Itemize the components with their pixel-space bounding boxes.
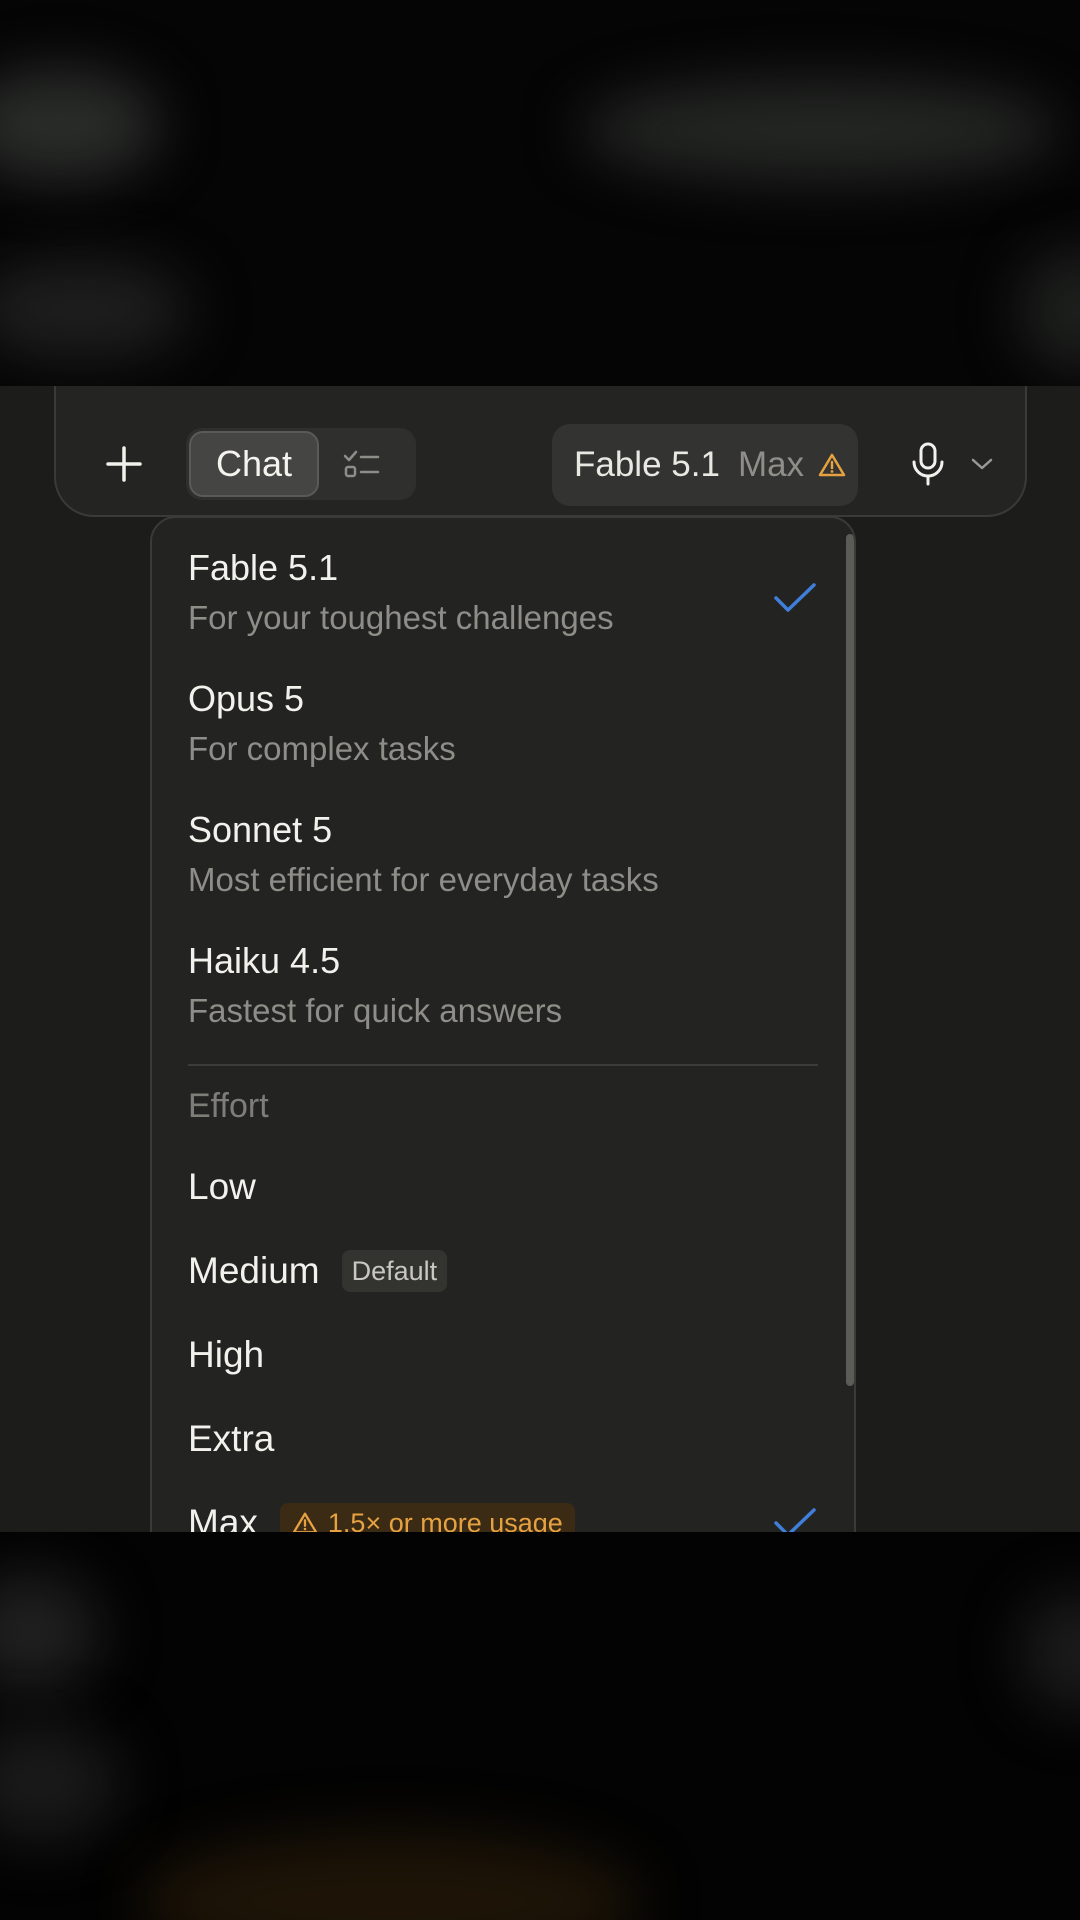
model-option-description: For your toughest challenges <box>188 599 614 636</box>
effort-option-max[interactable]: Max 1.5× or more usage <box>188 1498 818 1532</box>
default-badge: Default <box>341 1250 448 1292</box>
model-option-description: For complex tasks <box>188 730 456 767</box>
model-selector-effort: Max <box>737 445 805 484</box>
checklist-icon <box>343 450 380 478</box>
model-selector-model: Fable 5.1 <box>574 445 720 484</box>
app-stage: Chat Fable 5.1 Max Fable 5.1 For your to… <box>0 386 1080 1532</box>
model-option-name: Opus 5 <box>188 678 305 719</box>
plus-icon <box>106 446 142 482</box>
usage-warning-badge: 1.5× or more usage <box>279 1503 575 1533</box>
composer-bar: Chat Fable 5.1 Max <box>54 386 1027 517</box>
voice-input-button[interactable] <box>898 434 958 494</box>
model-option-sonnet[interactable]: Sonnet 5 Most efficient for everyday tas… <box>188 808 818 902</box>
effort-option-label: High <box>188 1334 265 1375</box>
model-option-description: Most efficient for everyday tasks <box>188 861 659 898</box>
tasks-mode-button[interactable] <box>338 442 386 486</box>
blurred-backdrop-top <box>0 0 1080 386</box>
effort-option-label: Extra <box>188 1418 275 1459</box>
model-selector-button[interactable]: Fable 5.1 Max <box>552 424 858 506</box>
menu-scrollbar[interactable] <box>846 534 854 1386</box>
model-option-name: Fable 5.1 <box>188 547 339 588</box>
add-button[interactable] <box>96 436 152 492</box>
effort-option-low[interactable]: Low <box>188 1162 818 1212</box>
usage-warning-text: 1.5× or more usage <box>327 1507 563 1533</box>
microphone-icon <box>912 442 944 486</box>
warning-triangle-icon <box>292 1512 318 1532</box>
blurred-backdrop-bottom <box>0 1532 1080 1920</box>
effort-option-label: Max <box>188 1502 258 1532</box>
model-option-description: Fastest for quick answers <box>188 992 563 1029</box>
checkmark-icon <box>772 1505 818 1532</box>
warning-triangle-icon <box>818 452 846 478</box>
effort-option-high[interactable]: High <box>188 1330 818 1380</box>
menu-divider <box>188 1064 818 1066</box>
effort-option-medium[interactable]: Medium Default <box>188 1246 818 1296</box>
effort-option-label: Medium <box>188 1250 320 1291</box>
chat-mode-button[interactable]: Chat <box>189 431 319 497</box>
model-option-name: Haiku 4.5 <box>188 940 341 981</box>
chevron-down-icon <box>971 458 993 470</box>
effort-section-label: Effort <box>188 1087 269 1125</box>
effort-option-label: Low <box>188 1166 256 1207</box>
model-option-haiku[interactable]: Haiku 4.5 Fastest for quick answers <box>188 939 818 1033</box>
effort-option-extra[interactable]: Extra <box>188 1414 818 1464</box>
model-option-opus[interactable]: Opus 5 For complex tasks <box>188 677 818 771</box>
model-menu: Fable 5.1 For your toughest challenges O… <box>150 516 856 1532</box>
voice-options-button[interactable] <box>962 444 1002 484</box>
mode-toggle: Chat <box>186 428 416 500</box>
checkmark-icon <box>772 580 818 616</box>
model-option-name: Sonnet 5 <box>188 809 333 850</box>
chat-mode-label: Chat <box>215 443 293 484</box>
model-option-fable[interactable]: Fable 5.1 For your toughest challenges <box>188 546 818 640</box>
